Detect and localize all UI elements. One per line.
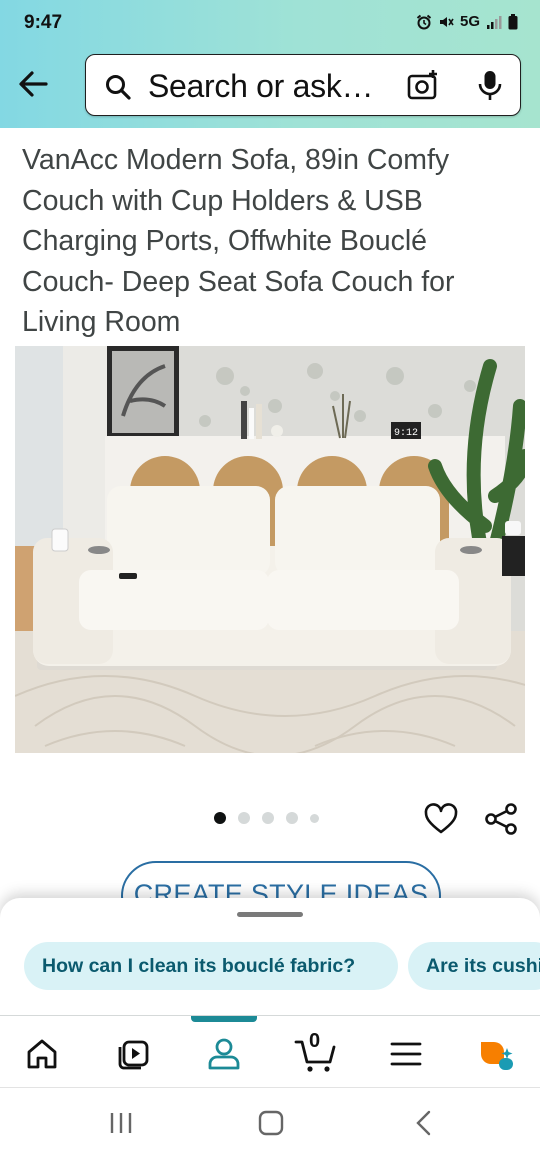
signal-icon bbox=[487, 15, 502, 29]
bottom-navigation: 0 bbox=[0, 1015, 540, 1088]
system-navigation-bar bbox=[0, 1087, 540, 1159]
home-button-icon[interactable] bbox=[257, 1110, 285, 1136]
microphone-icon[interactable] bbox=[476, 69, 504, 103]
suggestion-chip-1[interactable]: How can I clean its bouclé fabric? bbox=[24, 942, 398, 990]
status-icons: 5G bbox=[416, 13, 518, 30]
recent-apps-icon[interactable] bbox=[106, 1110, 136, 1136]
clock-display: 9:12 bbox=[394, 428, 418, 439]
mute-icon bbox=[439, 16, 454, 27]
cart-button[interactable]: 0 bbox=[294, 1030, 338, 1074]
search-input[interactable]: Search or ask… bbox=[148, 68, 374, 105]
video-icon[interactable] bbox=[113, 1034, 153, 1074]
carousel-dot-3[interactable] bbox=[262, 812, 274, 824]
heart-icon[interactable] bbox=[423, 801, 459, 837]
product-image[interactable]: 9:12 bbox=[15, 346, 525, 753]
battery-icon bbox=[508, 13, 518, 29]
active-tab-indicator bbox=[191, 1016, 257, 1022]
home-icon[interactable] bbox=[22, 1034, 62, 1074]
back-arrow-icon[interactable] bbox=[14, 64, 54, 104]
carousel-dot-1[interactable] bbox=[214, 812, 226, 824]
alarm-icon bbox=[416, 14, 432, 29]
carousel-dot-2[interactable] bbox=[238, 812, 250, 824]
sheet-drag-handle[interactable] bbox=[237, 912, 303, 917]
cart-count: 0 bbox=[309, 1030, 321, 1052]
carousel-dot-4[interactable] bbox=[286, 812, 298, 824]
search-bar[interactable]: Search or ask… bbox=[85, 54, 521, 116]
product-title: VanAcc Modern Sofa, 89in Comfy Couch wit… bbox=[22, 144, 455, 338]
suggestions-sheet: How can I clean its bouclé fabric? Are i… bbox=[0, 898, 540, 1028]
account-icon[interactable] bbox=[204, 1034, 244, 1074]
app-header: 9:47 5G Search or ask… bbox=[0, 0, 540, 128]
camera-search-icon[interactable] bbox=[406, 69, 440, 103]
status-bar: 9:47 5G bbox=[0, 0, 540, 44]
image-carousel-dots[interactable] bbox=[214, 812, 319, 824]
rufus-icon[interactable] bbox=[477, 1034, 517, 1074]
system-back-icon[interactable] bbox=[412, 1110, 436, 1136]
menu-icon[interactable] bbox=[386, 1034, 426, 1074]
status-time: 9:47 bbox=[24, 12, 63, 33]
carousel-dot-5[interactable] bbox=[310, 813, 319, 823]
sofa-photo: 9:12 bbox=[15, 346, 525, 753]
network-label: 5G bbox=[459, 13, 480, 30]
search-icon bbox=[106, 75, 131, 100]
share-icon[interactable] bbox=[483, 801, 519, 837]
suggestion-chip-2[interactable]: Are its cushions removable? bbox=[408, 942, 540, 990]
